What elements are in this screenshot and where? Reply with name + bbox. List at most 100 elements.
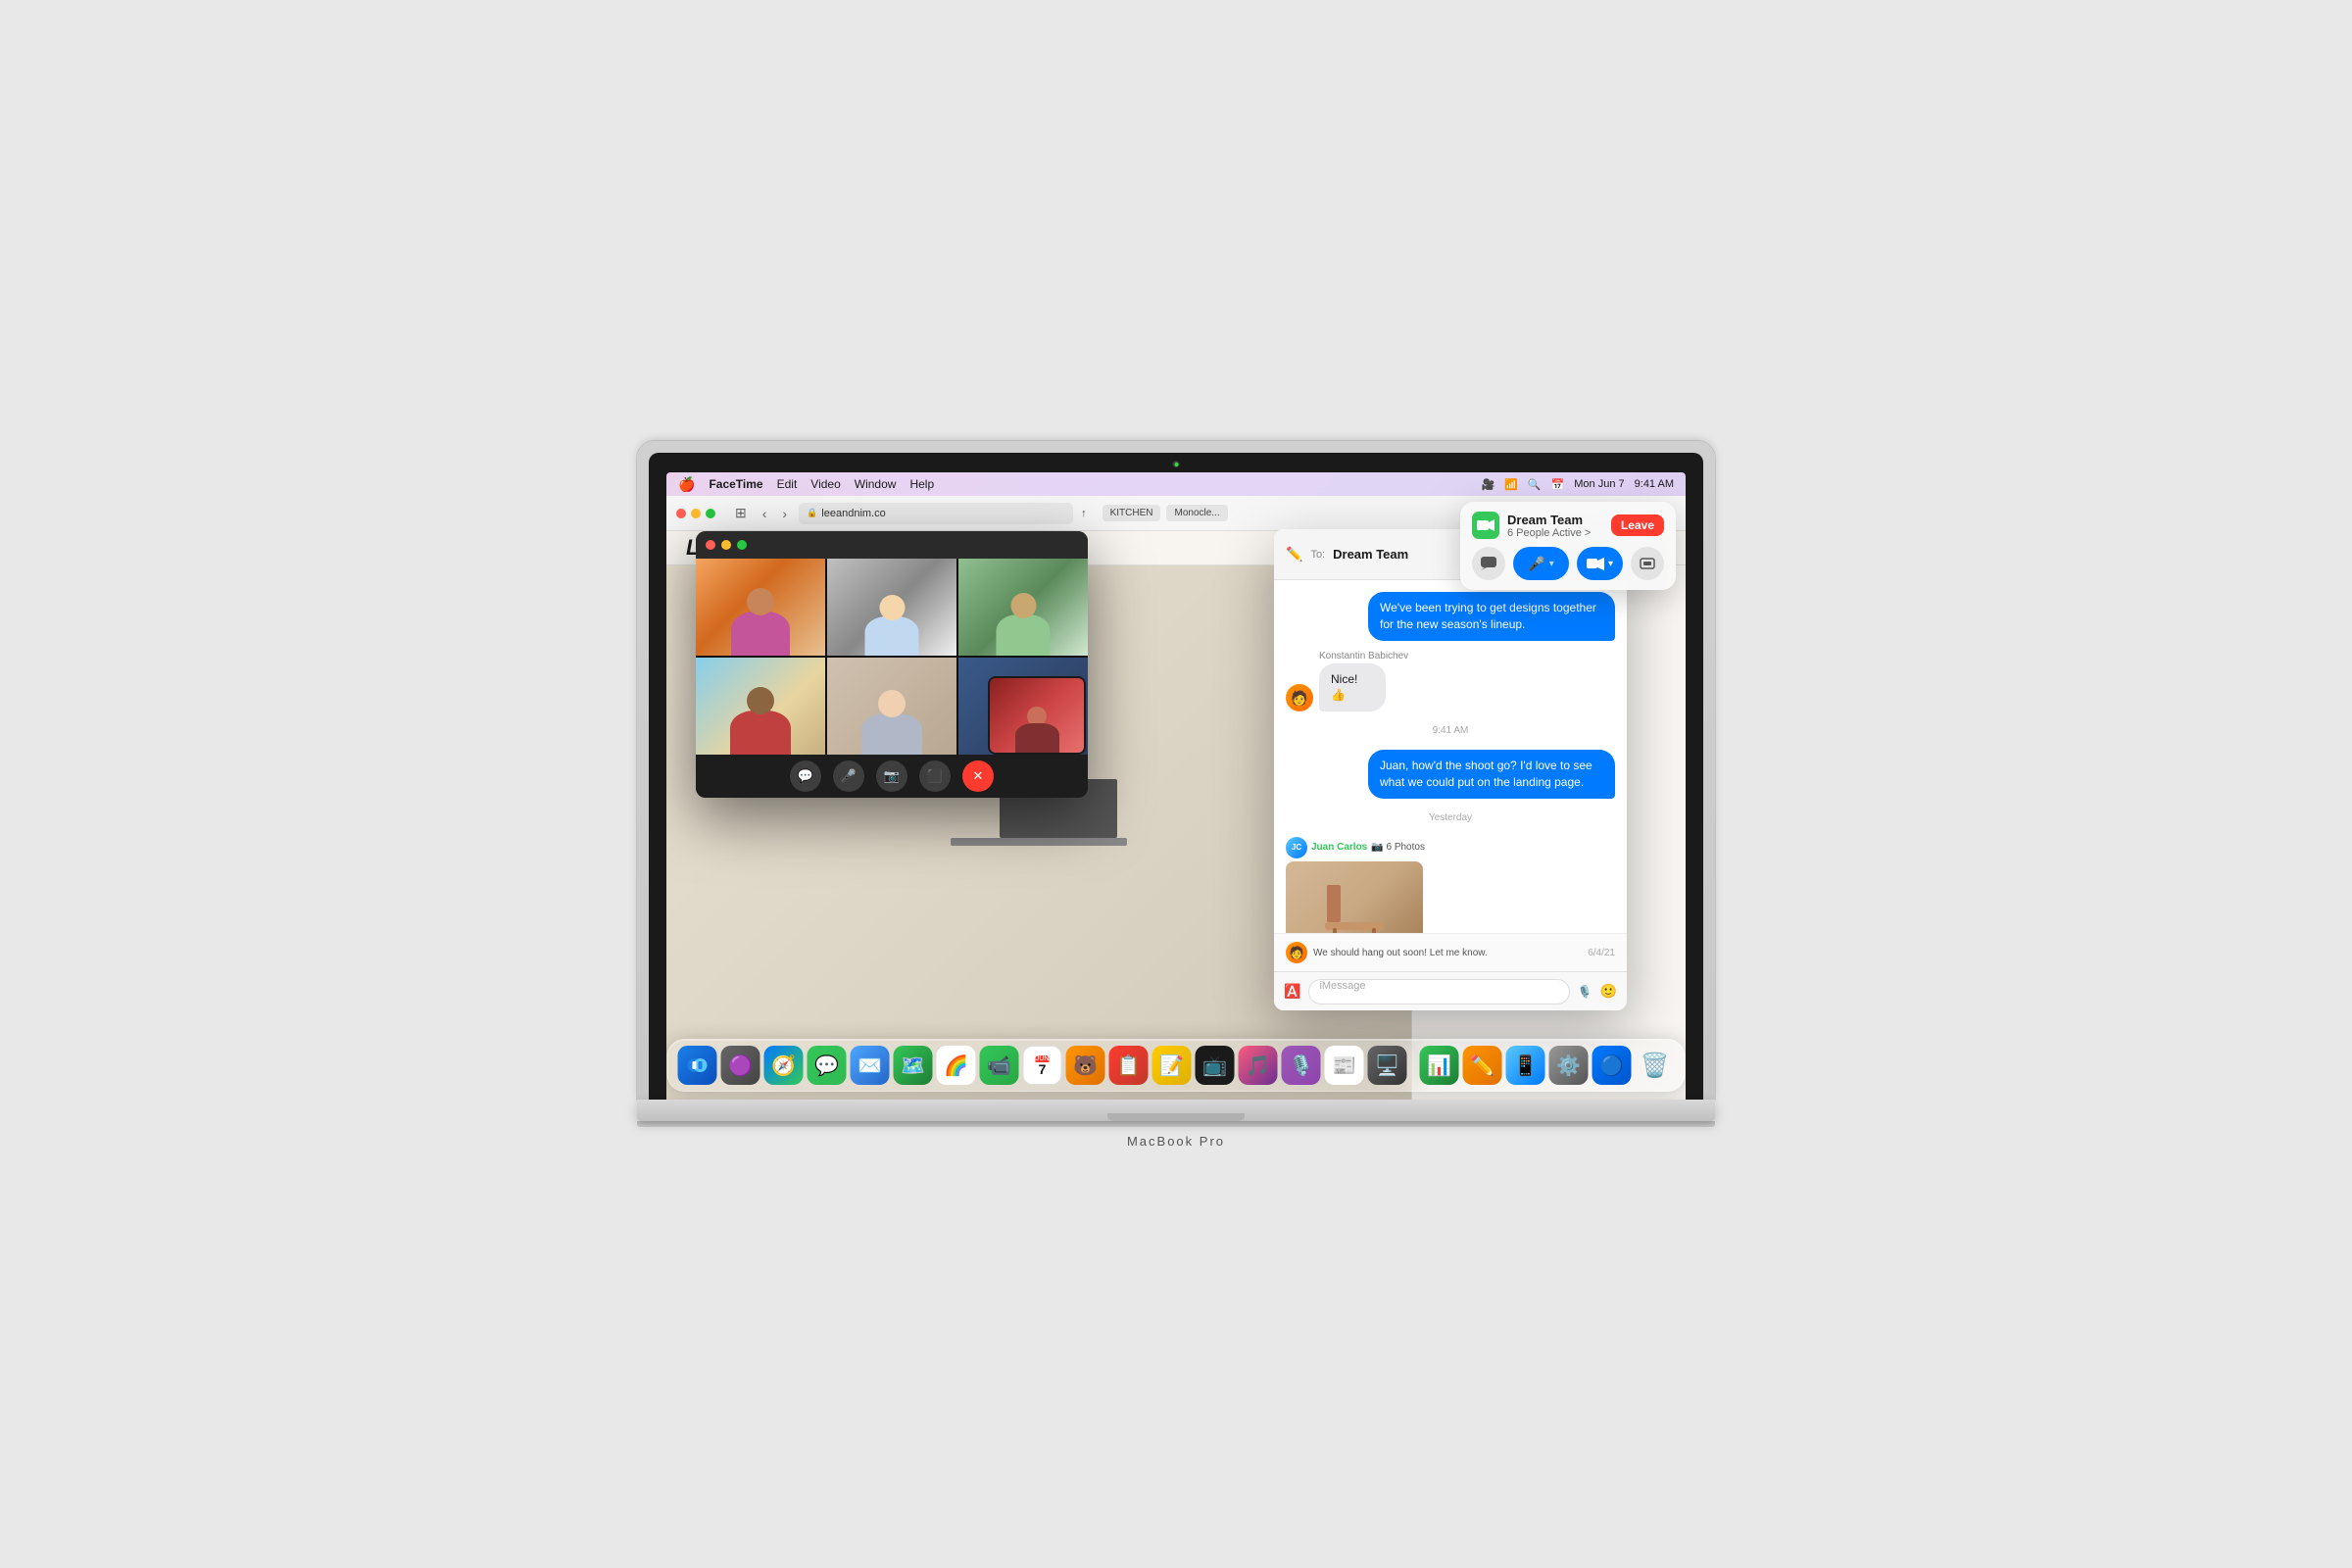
facetime-close-button[interactable] [706, 540, 715, 550]
dock-podcasts[interactable]: 🎙️ [1282, 1046, 1321, 1085]
browser-minimize-button[interactable] [691, 509, 701, 518]
lock-icon: 🔒 [807, 508, 817, 518]
sender-name-konstantin: Konstantin Babichev [1319, 651, 1408, 662]
browser-tab-kitchen[interactable]: KITCHEN [1102, 505, 1161, 521]
dock-app-store[interactable]: 📱 [1506, 1046, 1545, 1085]
macbook-bottom-bar [637, 1121, 1715, 1127]
dock-bear[interactable]: 🐻 [1066, 1046, 1105, 1085]
facetime-app-icon [1472, 512, 1499, 539]
screen-bezel: 🍎 FaceTime Edit Video Window Help 🎥 📶 🔍 … [649, 453, 1703, 1100]
video-menu[interactable]: Video [810, 477, 840, 491]
juan-carlos-name: Juan Carlos [1311, 842, 1367, 853]
dock-reminders[interactable]: 📋 [1109, 1046, 1149, 1085]
message-received-1: 🧑 Konstantin Babichev Nice! 👍 [1286, 651, 1615, 712]
browser-grid-icon[interactable]: ⊞ [731, 503, 751, 523]
messages-to-label: To: [1310, 549, 1325, 561]
facetime-participant-4 [696, 658, 825, 755]
dock-numbers[interactable]: 📊 [1420, 1046, 1459, 1085]
date-display: Mon Jun 7 [1574, 478, 1624, 490]
window-menu[interactable]: Window [855, 477, 897, 491]
dock-launchpad[interactable]: 🟣 [721, 1046, 760, 1085]
browser-back-button[interactable]: ‹ [759, 504, 771, 523]
dock-safari[interactable]: 🧭 [764, 1046, 804, 1085]
dock-display-prefs[interactable]: 🖥️ [1368, 1046, 1407, 1085]
notification-mic-button[interactable]: 🎤 ▾ [1513, 547, 1569, 580]
messages-window: ✏️ To: Dream Team 📹 ℹ️ We've been t [1274, 529, 1627, 1010]
message-sent-2: Juan, how'd the shoot go? I'd love to se… [1286, 750, 1615, 799]
macbook-lid: 🍎 FaceTime Edit Video Window Help 🎥 📶 🔍 … [637, 441, 1715, 1100]
messages-input-bar: 🅰️ iMessage 🎙️ 🙂 [1274, 971, 1627, 1010]
facetime-maximize-button[interactable] [737, 540, 747, 550]
message-photo: JC Juan Carlos 📷 6 Photos [1286, 837, 1615, 933]
facetime-window: 💬 🎤 📷 ⬛ ✕ [696, 531, 1088, 798]
messages-audio-icon[interactable]: 🎙️ [1578, 985, 1592, 999]
browser-maximize-button[interactable] [706, 509, 715, 518]
macbook-base [637, 1100, 1715, 1121]
browser-share-icon[interactable]: ↑ [1081, 508, 1087, 519]
notification-title: Dream Team [1507, 513, 1603, 527]
dock-notes[interactable]: 📝 [1152, 1046, 1192, 1085]
menubar-right: 🎥 📶 🔍 📅 Mon Jun 7 9:41 AM [1481, 478, 1674, 491]
dock-trash[interactable]: 🗑️ [1636, 1046, 1675, 1085]
edit-menu[interactable]: Edit [777, 477, 798, 491]
camera-dot [1173, 461, 1180, 467]
photo-preview: ↑ [1286, 861, 1423, 933]
dock-system-prefs[interactable]: ⚙️ [1549, 1046, 1589, 1085]
dock-pages[interactable]: ✏️ [1463, 1046, 1502, 1085]
notification-message-icon[interactable] [1472, 547, 1505, 580]
messages-placeholder: iMessage [1319, 980, 1365, 992]
dock-messages[interactable]: 💬 [808, 1046, 847, 1085]
facetime-leave-button[interactable]: Leave [1611, 514, 1664, 536]
mic-chevron-icon: ▾ [1549, 559, 1554, 569]
browser-forward-button[interactable]: › [778, 504, 791, 523]
control-center-icon[interactable]: 📅 [1551, 478, 1565, 491]
facetime-camera-button[interactable]: 📷 [876, 760, 907, 792]
facetime-notification: Dream Team 6 People Active > Leave [1460, 502, 1676, 590]
messages-preview-footer: 🧑 We should hang out soon! Let me know. … [1274, 933, 1627, 971]
browser-tab-monocle[interactable]: Monocle... [1166, 505, 1227, 521]
app-name-menu[interactable]: FaceTime [709, 477, 762, 491]
wifi-icon: 📶 [1504, 478, 1518, 491]
dock-finder[interactable] [678, 1046, 717, 1085]
desktop-background: 🍎 FaceTime Edit Video Window Help 🎥 📶 🔍 … [666, 472, 1686, 1100]
search-icon[interactable]: 🔍 [1528, 478, 1542, 491]
facetime-participant-3 [958, 559, 1088, 656]
browser-address-bar[interactable]: 🔒 leeandnim.co [799, 503, 1073, 524]
messages-input-field[interactable]: iMessage [1308, 979, 1569, 1004]
dock-calendar[interactable]: JUN 7 [1023, 1046, 1062, 1085]
apple-menu[interactable]: 🍎 [678, 476, 695, 493]
messages-emoji-icon[interactable]: 🙂 [1600, 983, 1617, 1000]
notification-video-button[interactable]: ▾ [1577, 547, 1623, 580]
facetime-participant-1 [696, 559, 825, 656]
dock-news[interactable]: 📰 [1325, 1046, 1364, 1085]
notification-share-button[interactable] [1631, 547, 1664, 580]
macbook-hinge-notch [1107, 1113, 1245, 1121]
browser-close-button[interactable] [676, 509, 686, 518]
messages-attachment-icon[interactable]: 🅰️ [1284, 983, 1300, 1000]
facetime-self-thumbnail [988, 676, 1086, 755]
dock-photos[interactable]: 🌈 [937, 1046, 976, 1085]
mic-icon: 🎤 [1528, 556, 1544, 572]
video-chevron-icon: ▾ [1608, 559, 1613, 569]
dock-facetime[interactable]: 📹 [980, 1046, 1019, 1085]
help-menu[interactable]: Help [909, 477, 934, 491]
facetime-participant-2 [827, 559, 956, 656]
facetime-chat-button[interactable]: 💬 [790, 760, 821, 792]
dock-maps[interactable]: 🗺️ [894, 1046, 933, 1085]
menubar-left: 🍎 FaceTime Edit Video Window Help [678, 476, 934, 493]
message-sent-1: We've been trying to get designs togethe… [1286, 592, 1615, 641]
facetime-end-button[interactable]: ✕ [962, 760, 994, 792]
message-bubble-received-1: Nice! 👍 [1319, 663, 1386, 712]
facetime-mute-button[interactable]: 🎤 [833, 760, 864, 792]
macbook-model-label: MacBook Pro [1127, 1134, 1225, 1149]
browser-tabs: KITCHEN Monocle... [1102, 505, 1228, 521]
compose-icon[interactable]: ✏️ [1286, 546, 1302, 563]
menubar: 🍎 FaceTime Edit Video Window Help 🎥 📶 🔍 … [666, 472, 1686, 496]
facetime-share-button[interactable]: ⬛ [919, 760, 951, 792]
macbook-screen: 🍎 FaceTime Edit Video Window Help 🎥 📶 🔍 … [666, 472, 1686, 1100]
dock-mail[interactable]: ✉️ [851, 1046, 890, 1085]
dock-music[interactable]: 🎵 [1239, 1046, 1278, 1085]
facetime-minimize-button[interactable] [721, 540, 731, 550]
dock-apple-tv[interactable]: 📺 [1196, 1046, 1235, 1085]
dock-screen-time[interactable]: 🔵 [1592, 1046, 1632, 1085]
